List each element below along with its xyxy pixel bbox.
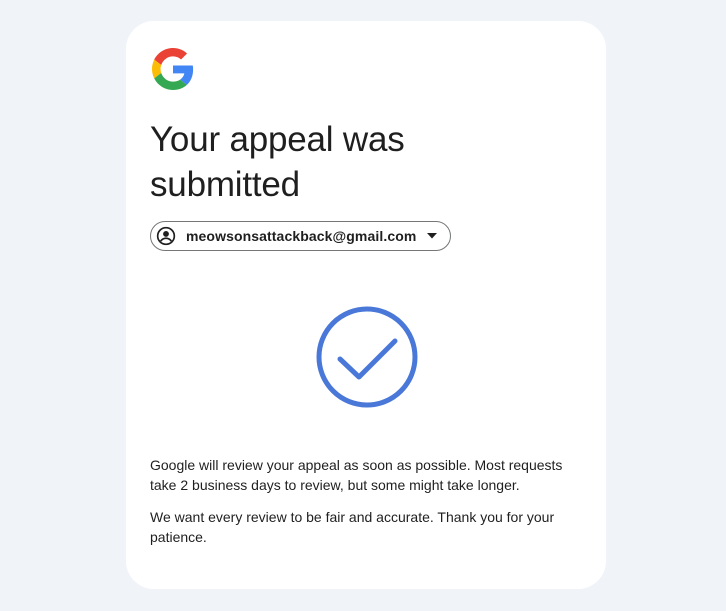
account-switcher-button[interactable]: meowsonsattackback@gmail.com [150,221,452,251]
page-title: Your appeal was submitted [150,120,405,204]
review-info-text: Google will review your appeal as soon a… [150,457,563,493]
thanks-text: We want every review to be fair and accu… [150,509,555,545]
account-email: meowsonsattackback@gmail.com [186,228,417,244]
google-logo-icon [152,48,194,90]
appeal-card: Your appeal was submitted meowsonsattack… [126,21,606,589]
account-circle-icon [156,226,176,246]
check-circle-icon [315,305,419,409]
arrow-drop-down-icon [426,230,438,242]
